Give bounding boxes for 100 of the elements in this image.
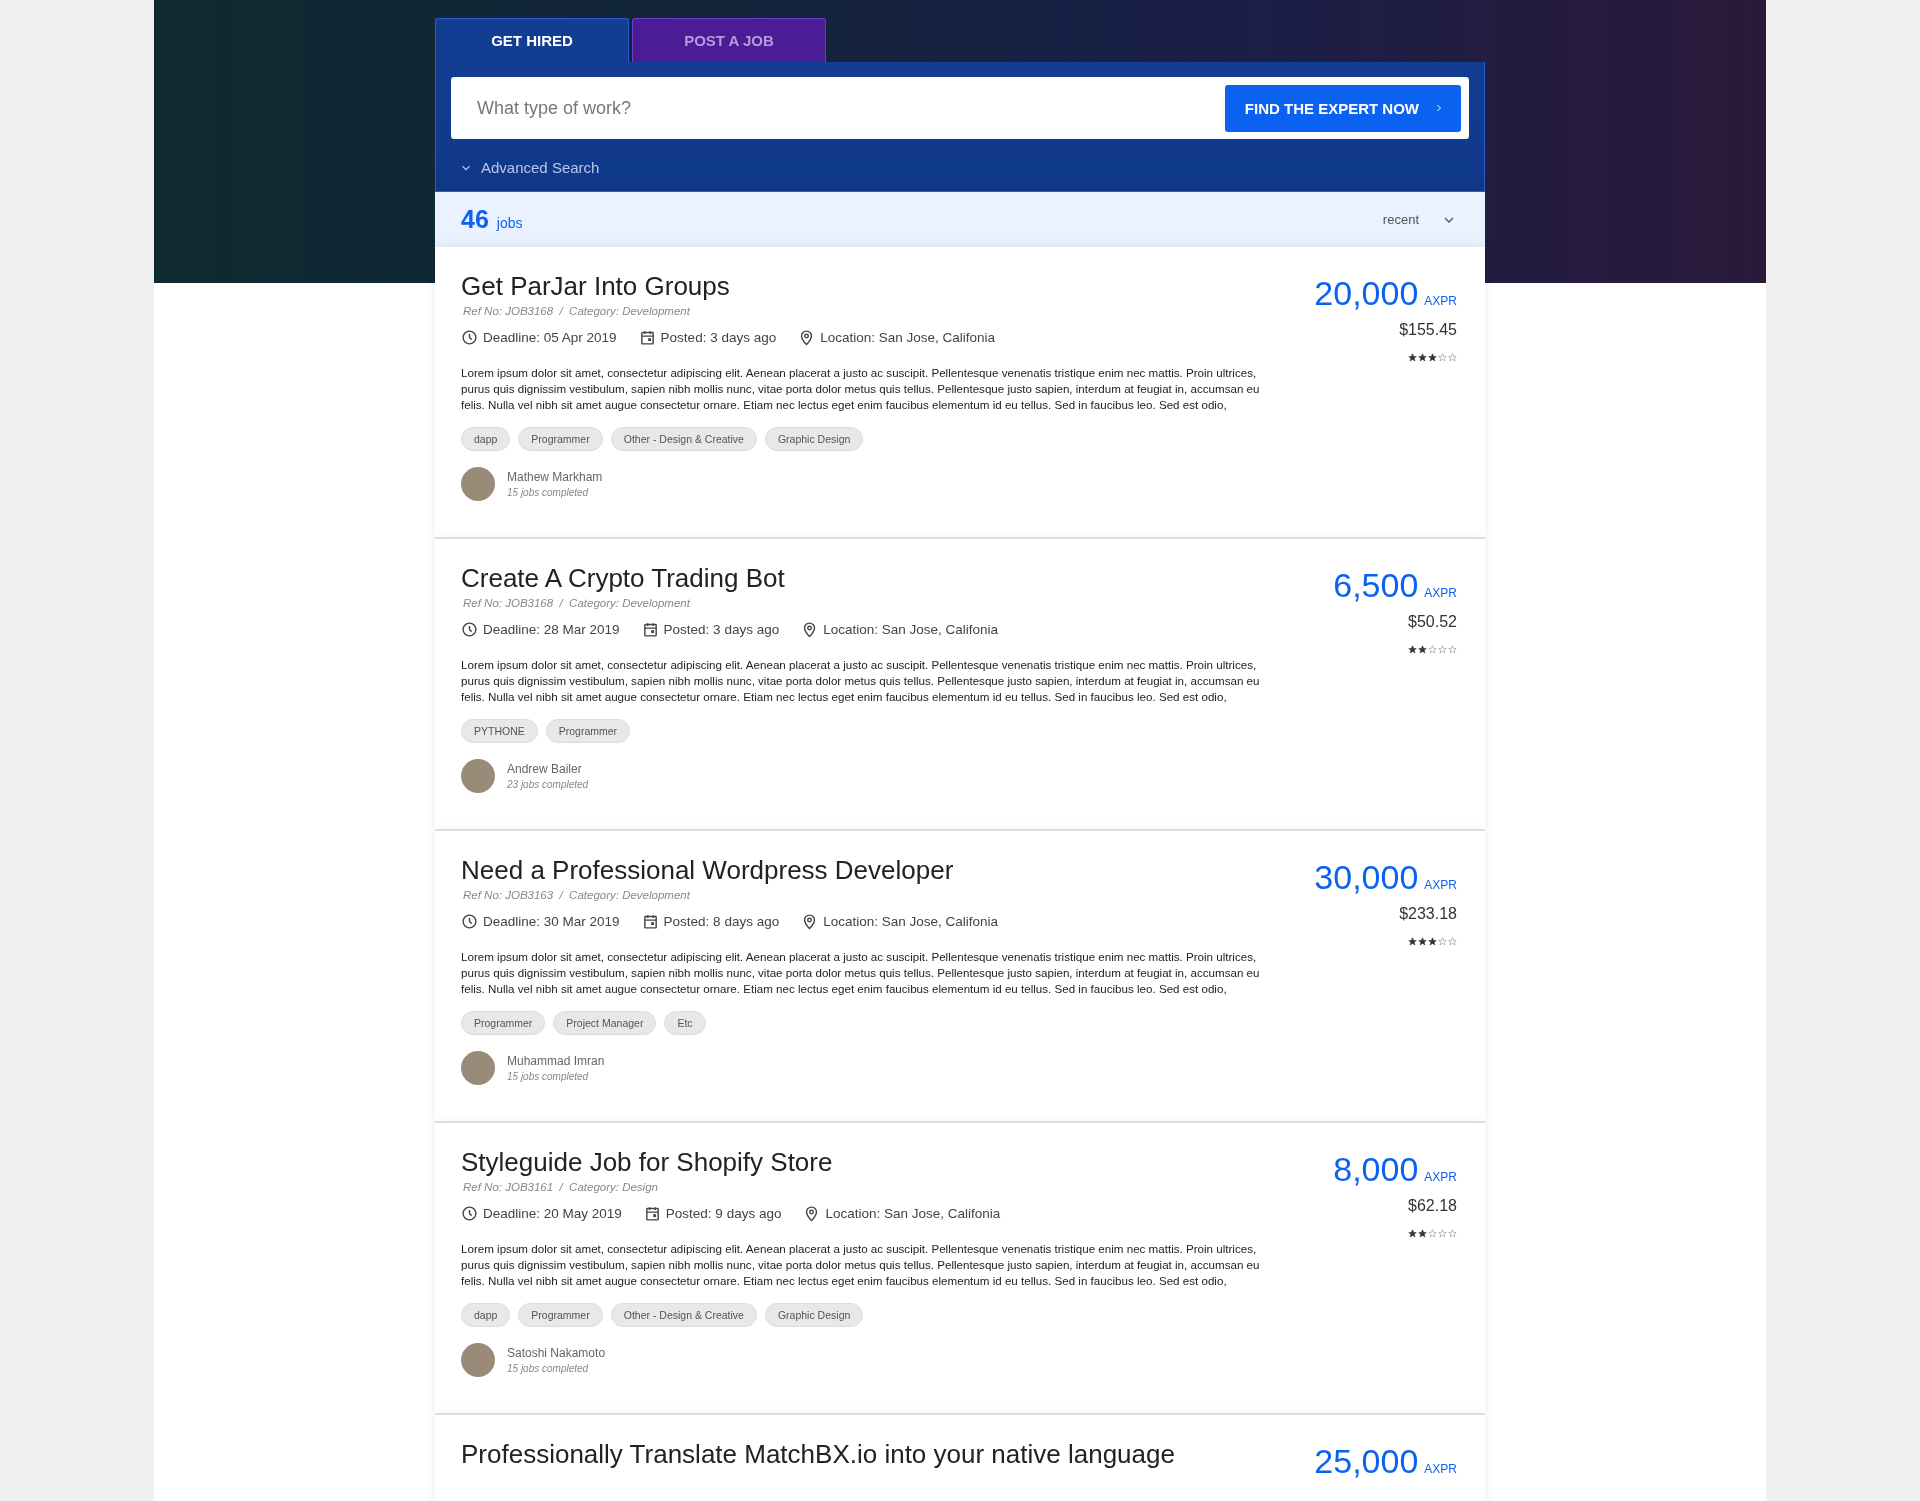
job-count-label: jobs bbox=[496, 215, 523, 231]
currency: AXPR bbox=[1424, 1462, 1457, 1476]
star-icon bbox=[1428, 937, 1437, 946]
usd-price: $233.18 bbox=[1399, 905, 1457, 923]
calendar-icon bbox=[643, 1205, 661, 1222]
location: Location: San Jose, Califonia bbox=[820, 330, 996, 345]
job-title[interactable]: Styleguide Job for Shopify Store bbox=[461, 1147, 1281, 1178]
usd-price: $62.18 bbox=[1408, 1197, 1457, 1215]
job-description: Lorem ipsum dolor sit amet, consectetur adipiscing elit. Aenean placerat a justo ac suscipit. Pellentesque venenatis tristique enim nec mattis. Proin ultrices, purus quis dignissim vestibulum, sapien nibh mollis nunc, vitae porta dolor metus quis tellus. Pellentesque justo sapien, interdum at feugiat in, accumsan eu felis. Nulla vel nibh sit amet augue consectetur ornare. Etiam nec lectus eget enim faucibus elementum id eu tellus. Sed in faucibus leo. Sed est odio, bbox=[461, 657, 1261, 705]
tab[interactable]: GET HIRED bbox=[435, 18, 629, 62]
star-icon bbox=[1418, 645, 1427, 654]
job-description: Lorem ipsum dolor sit amet, consectetur adipiscing elit. Aenean placerat a justo ac suscipit. Pellentesque venenatis tristique enim nec mattis. Proin ultrices, purus quis dignissim vestibulum, sapien nibh mollis nunc, vitae porta dolor metus quis tellus. Pellentesque justo sapien, interdum at feugiat in, accumsan eu felis. Nulla vel nibh sit amet augue consectetur ornare. Etiam nec lectus eget enim faucibus elementum id eu tellus. Sed in faucibus leo. Sed est odio, bbox=[461, 365, 1261, 413]
clock-icon bbox=[461, 621, 478, 638]
skill-tag[interactable]: Programmer bbox=[518, 427, 603, 451]
jobs-completed: 23 jobs completed bbox=[507, 779, 589, 790]
clock-icon bbox=[461, 1205, 478, 1222]
posted-date: Posted: 8 days ago bbox=[663, 914, 780, 929]
usd-price: $155.45 bbox=[1399, 321, 1457, 339]
clock-icon bbox=[461, 329, 478, 346]
currency: AXPR bbox=[1424, 878, 1457, 892]
star-icon bbox=[1408, 937, 1417, 946]
avatar bbox=[461, 1051, 495, 1085]
jobs-completed: 15 jobs completed bbox=[507, 1071, 590, 1082]
star-icon bbox=[1428, 1229, 1437, 1238]
client-name[interactable]: Satoshi Nakamoto bbox=[507, 1346, 606, 1360]
search-field[interactable]: What type of work? FIND THE EXPERT NOW bbox=[451, 77, 1469, 139]
avatar bbox=[461, 1343, 495, 1377]
star-icon bbox=[1438, 645, 1447, 654]
star-icon bbox=[1448, 937, 1457, 946]
skill-tag[interactable]: Project Manager bbox=[553, 1011, 657, 1035]
star-icon bbox=[1418, 1229, 1427, 1238]
currency: AXPR bbox=[1424, 294, 1457, 308]
location: Location: San Jose, Califonia bbox=[825, 1206, 1001, 1221]
star-icon bbox=[1408, 1229, 1417, 1238]
job-description: Lorem ipsum dolor sit amet, consectetur adipiscing elit. Aenean placerat a justo ac suscipit. Pellentesque venenatis tristique enim nec mattis. Proin ultrices, purus quis dignissim vestibulum, sapien nibh mollis nunc, vitae porta dolor metus quis tellus. Pellentesque justo sapien, interdum at feugiat in, accumsan eu felis. Nulla vel nibh sit amet augue consectetur ornare. Etiam nec lectus eget enim faucibus elementum id eu tellus. Sed in faucibus leo. Sed est odio, bbox=[461, 1241, 1261, 1289]
client-name[interactable]: Mathew Markham bbox=[507, 470, 603, 484]
skill-tag[interactable]: dapp bbox=[461, 1303, 511, 1327]
currency: AXPR bbox=[1424, 1170, 1457, 1184]
avatar bbox=[461, 759, 495, 793]
location: Location: San Jose, Califonia bbox=[823, 622, 999, 637]
skill-tag[interactable]: PYTHONE bbox=[461, 719, 538, 743]
posted-date: Posted: 3 days ago bbox=[663, 622, 780, 637]
price: 30,000 bbox=[1314, 858, 1419, 897]
location: Location: San Jose, Califonia bbox=[823, 914, 999, 929]
job-title[interactable]: Create A Crypto Trading Bot bbox=[461, 563, 1281, 594]
job-reference: Ref No: JOB3168 / Category: Development bbox=[463, 305, 692, 317]
skill-tag[interactable]: Other - Design & Creative bbox=[610, 427, 757, 451]
job-count: 46 bbox=[461, 205, 489, 234]
star-icon bbox=[1428, 353, 1437, 362]
calendar-icon bbox=[641, 621, 659, 638]
avatar bbox=[461, 467, 495, 501]
client-name[interactable]: Muhammad Imran bbox=[507, 1054, 605, 1068]
advanced-search-link[interactable]: Advanced Search bbox=[459, 159, 1469, 176]
star-icon bbox=[1438, 937, 1447, 946]
skill-tag[interactable]: Programmer bbox=[461, 1011, 546, 1035]
job-title[interactable]: Get ParJar Into Groups bbox=[461, 271, 1281, 302]
job-reference: Ref No: JOB3163 / Category: Development bbox=[463, 889, 692, 901]
skill-tag[interactable]: dapp bbox=[461, 427, 511, 451]
calendar-icon bbox=[638, 329, 656, 346]
star-icon bbox=[1408, 353, 1417, 362]
star-icon bbox=[1438, 353, 1447, 362]
price: 8,000 bbox=[1333, 1150, 1419, 1189]
price: 25,000 bbox=[1314, 1442, 1419, 1481]
tab[interactable]: POST A JOB bbox=[632, 18, 826, 62]
skill-tag[interactable]: Graphic Design bbox=[764, 427, 864, 451]
client-name[interactable]: Andrew Bailer bbox=[507, 762, 589, 776]
job-title[interactable]: Professionally Translate MatchBX.io into your native language bbox=[461, 1439, 1281, 1470]
star-icon bbox=[1448, 353, 1457, 362]
find-expert-button[interactable]: FIND THE EXPERT NOW bbox=[1224, 84, 1461, 132]
job-description: Lorem ipsum dolor sit amet, consectetur adipiscing elit. Aenean placerat a justo ac suscipit. Pellentesque venenatis tristique enim nec mattis. Proin ultrices, purus quis dignissim vestibulum, sapien nibh mollis nunc, vitae porta dolor metus quis tellus. Pellentesque justo sapien, interdum at feugiat in, accumsan eu felis. Nulla vel nibh sit amet augue consectetur ornare. Etiam nec lectus eget enim faucibus elementum id eu tellus. Sed in faucibus leo. Sed est odio, bbox=[461, 949, 1261, 997]
star-icon bbox=[1408, 645, 1417, 654]
posted-date: Posted: 9 days ago bbox=[665, 1206, 782, 1221]
deadline: Deadline: 05 Apr 2019 bbox=[483, 330, 617, 345]
price: 20,000 bbox=[1314, 274, 1419, 313]
skill-tag[interactable]: Etc bbox=[664, 1011, 706, 1035]
posted-date: Posted: 3 days ago bbox=[660, 330, 777, 345]
skill-tag[interactable]: Other - Design & Creative bbox=[610, 1303, 757, 1327]
jobs-completed: 15 jobs completed bbox=[507, 1363, 590, 1374]
skill-tag[interactable]: Graphic Design bbox=[764, 1303, 864, 1327]
skill-tag[interactable]: Programmer bbox=[545, 719, 631, 743]
clock-icon bbox=[461, 913, 478, 930]
star-icon bbox=[1438, 1229, 1447, 1238]
star-icon bbox=[1428, 645, 1437, 654]
usd-price: $50.52 bbox=[1408, 613, 1457, 631]
skill-tag[interactable]: Programmer bbox=[518, 1303, 603, 1327]
sort-dropdown[interactable]: recent bbox=[1382, 211, 1457, 228]
price: 6,500 bbox=[1333, 566, 1419, 605]
job-reference: Ref No: JOB3168 / Category: Development bbox=[463, 597, 692, 609]
star-icon bbox=[1448, 1229, 1457, 1238]
star-icon bbox=[1418, 937, 1427, 946]
currency: AXPR bbox=[1424, 586, 1457, 600]
job-reference: Ref No: JOB3161 / Category: Design bbox=[463, 1181, 659, 1193]
deadline: Deadline: 30 Mar 2019 bbox=[483, 914, 620, 929]
star-icon bbox=[1418, 353, 1427, 362]
star-icon bbox=[1448, 645, 1457, 654]
deadline: Deadline: 28 Mar 2019 bbox=[483, 622, 620, 637]
deadline: Deadline: 20 May 2019 bbox=[483, 1206, 622, 1221]
calendar-icon bbox=[641, 913, 659, 930]
job-title[interactable]: Need a Professional Wordpress Developer bbox=[461, 855, 1281, 886]
jobs-completed: 15 jobs completed bbox=[507, 487, 590, 498]
